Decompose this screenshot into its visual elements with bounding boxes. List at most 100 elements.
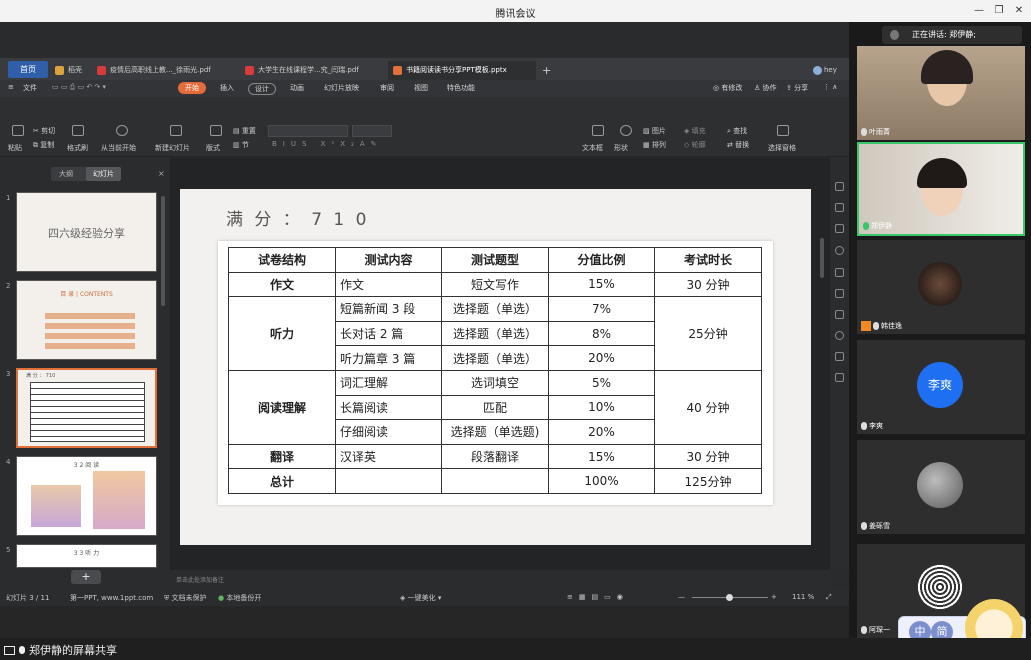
menu-animation[interactable]: 动画 [290,83,304,93]
select-pane-icon[interactable] [777,125,789,136]
notes-area[interactable]: 单击此处添加备注 [170,570,830,588]
doc-tab-docer[interactable]: 稻壳 [50,61,90,80]
tool-icon[interactable] [835,289,844,298]
more-menu-icon[interactable]: ⋮ ∧ [823,83,837,91]
tool-icon[interactable] [835,246,844,255]
find-button[interactable]: ⌕ 查找 [727,126,747,136]
zoom-in-button[interactable]: + [771,593,777,601]
slide-thumbnail-1[interactable]: 四六级经验分享 [16,192,157,272]
menu-design[interactable]: 设计 [248,83,276,95]
paste-button[interactable]: 粘贴 [8,143,22,153]
slide-thumbnail-4[interactable]: 3 2 阅 读 [16,456,157,536]
slides-tab[interactable]: 幻灯片 [86,167,121,181]
thumb-table [30,382,145,442]
font-size-select[interactable] [352,125,392,137]
textbox-button[interactable]: 文本框 [582,143,603,153]
layout-icon[interactable] [210,125,222,136]
tool-icon[interactable] [835,203,844,212]
participant-tile-active[interactable]: 郑伊静 [857,142,1025,236]
type-cell: 选择题（单选） [441,296,549,322]
doc-tab-pdf-2[interactable]: 大学生在线课程学...究_闫瑞.pdf [240,61,383,80]
tool-icon[interactable] [835,352,844,361]
menu-special[interactable]: 特色功能 [447,83,475,93]
menu-slideshow[interactable]: 幻灯片放映 [324,83,359,93]
select-pane-button[interactable]: 选择窗格 [768,143,796,153]
add-slide-button[interactable]: + [71,570,101,584]
cut-button[interactable]: ✂ 剪切 [33,126,55,136]
outline-button[interactable]: ◇ 轮廓 [684,140,706,150]
panel-scrollbar[interactable] [161,196,165,306]
tool-icon[interactable] [835,224,844,233]
picture-button[interactable]: ▨ 图片 [643,126,666,136]
has-changes-button[interactable]: ◎ 有修改 [713,83,742,93]
menu-icon[interactable]: ≡ [8,83,14,91]
shape-button[interactable]: 形状 [614,143,628,153]
copy-button[interactable]: ⧉ 复制 [33,140,54,150]
share-button[interactable]: ⇪ 分享 [786,83,808,93]
doc-tab-pptx[interactable]: 书籍阅读读书分享PPT模板.pptx [388,61,536,80]
type-cell: 选择题（单选） [441,345,549,371]
paste-icon[interactable] [12,125,24,136]
arrange-button[interactable]: ▦ 排列 [643,140,666,150]
new-slide-icon[interactable] [170,125,182,136]
slide-thumbnail-3-selected[interactable]: 满 分 ： 710 [16,368,157,448]
slide-thumbnail-2[interactable]: 目 录 | CONTENTS [16,280,157,360]
new-slide-button[interactable]: 新建幻灯片 [155,143,190,153]
zoom-out-button[interactable]: — [678,593,685,601]
tool-icon[interactable] [835,373,844,382]
backup-status[interactable]: ● 本地备份开 [218,593,261,603]
view-buttons[interactable]: ≡▦▤▭◉ [567,593,629,601]
shape-icon[interactable] [620,125,632,136]
fill-button[interactable]: ◈ 填充 [684,126,706,136]
tool-icon[interactable] [835,268,844,277]
menu-home[interactable]: 开始 [178,82,206,94]
current-slide[interactable]: 满 分 ： 7 1 0 试卷结构 测试内容 测试题型 分值比例 考试时长 作文 … [180,189,811,545]
tool-icon[interactable] [835,331,844,340]
participant-tile[interactable]: 叶雨菁 [857,46,1025,140]
section-cell: 总计 [228,468,336,494]
beautify-button[interactable]: ◈ 一键美化 ▾ [400,593,441,603]
content-cell: 短篇新闻 3 段 [335,296,442,322]
home-tab[interactable]: 首页 [8,61,48,78]
tool-icon[interactable] [835,182,844,191]
format-painter-button[interactable]: 格式刷 [67,143,88,153]
share-owner: 郑伊静的屏幕共享 [4,642,117,658]
menu-file[interactable]: 文件 [23,83,37,93]
new-tab-button[interactable]: + [538,61,551,80]
slide-thumbnail-5[interactable]: 3 3 听 力 [16,544,157,568]
restore-icon[interactable]: ❐ [990,3,1008,19]
user-account[interactable]: hey [812,61,837,80]
section-button[interactable]: ▥ 节 [233,140,249,150]
tool-icon[interactable] [835,310,844,319]
canvas-scrollbar[interactable] [820,238,824,278]
participant-tile[interactable]: 韩佳逸 [857,240,1025,334]
doc-tab-pdf-1[interactable]: 疫情后高职线上教..._徐雨光.pdf [92,61,235,80]
play-from-current-button[interactable]: 从当前开始 [101,143,136,153]
minimize-icon[interactable]: — [970,3,988,19]
font-format-buttons[interactable]: BIUS X²X₂A✎ [272,140,383,148]
menu-insert[interactable]: 插入 [220,83,234,93]
collaborate-button[interactable]: ♙ 协作 [754,83,777,93]
menu-view[interactable]: 视图 [414,83,428,93]
reset-button[interactable]: ▤ 重置 [233,126,256,136]
format-painter-icon[interactable] [72,125,84,136]
ratio-cell: 7% [548,296,655,322]
fit-window-icon[interactable]: ⤢ [826,593,832,602]
quick-access-icons[interactable]: ▭ ▭ ⎙ ▭ ↶ ↷ ▾ [52,83,106,92]
menu-review[interactable]: 审阅 [380,83,394,93]
close-panel-icon[interactable]: × [158,169,165,178]
textbox-icon[interactable] [592,125,604,136]
participant-tile[interactable]: 李爽 李爽 [857,340,1025,434]
layout-button[interactable]: 版式 [206,143,220,153]
share-label: 郑伊静的屏幕共享 [29,644,117,657]
participant-tile[interactable]: 姜砾雪 [857,440,1025,534]
replace-button[interactable]: ⇄ 替换 [727,140,749,150]
play-icon[interactable] [116,125,128,136]
close-icon[interactable]: ✕ [1010,3,1028,19]
outline-tab[interactable]: 大纲 [59,169,73,179]
arrange-label: 排列 [651,141,666,149]
share-label: 分享 [794,84,809,92]
font-name-select[interactable] [268,125,348,137]
zoom-slider-handle[interactable] [726,594,733,601]
protect-status[interactable]: ⛨ 文档未保护 [164,593,206,603]
